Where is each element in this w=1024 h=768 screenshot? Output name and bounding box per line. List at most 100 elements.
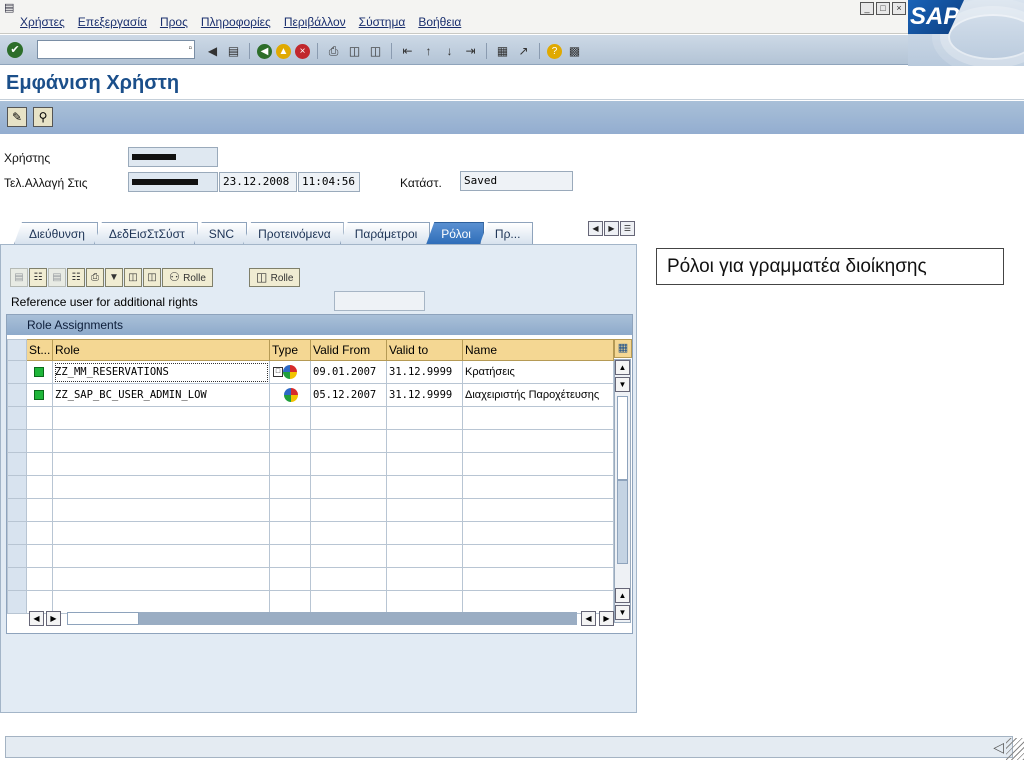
tab-parameters[interactable]: Παράμετροι [339, 222, 431, 244]
row-selector[interactable] [7, 521, 27, 545]
resize-grip-icon[interactable] [1006, 738, 1024, 760]
empty-cell[interactable] [52, 521, 270, 545]
exit-icon[interactable]: ▲ [276, 43, 291, 59]
empty-cell[interactable] [462, 544, 614, 568]
print-list-icon[interactable]: ⎙ [86, 267, 104, 287]
empty-cell[interactable] [310, 475, 387, 499]
menu-environment[interactable]: Περιβάλλον [284, 15, 346, 29]
rolle-button-1[interactable]: ⚇ Rolle [162, 267, 213, 287]
column-header-name[interactable]: Name [462, 339, 614, 361]
user-field[interactable] [128, 147, 218, 167]
horizontal-scrollbar[interactable]: ◀ ▶ ◀ ▶ [29, 611, 619, 629]
menu-users[interactable]: Χρήστες [20, 15, 65, 29]
empty-cell[interactable] [310, 406, 387, 430]
name-cell[interactable]: Διαχειριστής Παροχέτευσης [462, 383, 614, 407]
horizontal-thumb[interactable] [67, 612, 139, 625]
menu-goto[interactable]: Προς [160, 15, 188, 29]
tab-roles[interactable]: Ρόλοι [426, 222, 484, 244]
empty-cell[interactable] [52, 567, 270, 591]
empty-cell[interactable] [52, 498, 270, 522]
display-change-icon[interactable]: ✎ [7, 107, 27, 127]
empty-cell[interactable] [462, 429, 614, 453]
menu-help[interactable]: Βοήθεια [418, 15, 461, 29]
row-selector[interactable] [7, 498, 27, 522]
empty-cell[interactable] [269, 406, 311, 430]
empty-cell[interactable] [310, 452, 387, 476]
valid-from-cell[interactable]: 09.01.2007 [310, 360, 387, 384]
empty-cell[interactable] [310, 521, 387, 545]
scroll-column-right-icon[interactable]: ▶ [599, 611, 614, 626]
empty-cell[interactable] [26, 544, 53, 568]
empty-cell[interactable] [269, 475, 311, 499]
empty-cell[interactable] [310, 429, 387, 453]
empty-cell[interactable] [52, 429, 270, 453]
empty-cell[interactable] [52, 544, 270, 568]
empty-cell[interactable] [462, 521, 614, 545]
shortcut-icon[interactable]: ↗ [515, 43, 532, 59]
table-row[interactable] [7, 544, 614, 568]
empty-cell[interactable] [462, 475, 614, 499]
empty-cell[interactable] [386, 475, 463, 499]
column-header-valid-to[interactable]: Valid to [386, 339, 463, 361]
page-up-icon[interactable]: ▲ [615, 588, 630, 603]
empty-cell[interactable] [52, 452, 270, 476]
scroll-right-icon[interactable]: ▶ [46, 611, 61, 626]
help-icon[interactable]: ? [547, 43, 562, 59]
empty-cell[interactable] [462, 498, 614, 522]
minimize-icon[interactable]: _ [860, 2, 874, 15]
scroll-left-icon[interactable]: ◀ [29, 611, 44, 626]
empty-cell[interactable] [269, 452, 311, 476]
tab-list-icon[interactable]: ☰ [620, 221, 635, 236]
tab-defaults[interactable]: Προτεινόμενα [243, 222, 344, 244]
next-page-icon[interactable]: ↓ [441, 43, 458, 59]
row-selector[interactable] [7, 590, 27, 614]
scroll-column-left-icon[interactable]: ◀ [581, 611, 596, 626]
details-view-icon[interactable]: ☷ [67, 267, 85, 287]
create-session-icon[interactable]: ▦ [494, 43, 511, 59]
column-header-type[interactable]: Type [269, 339, 311, 361]
table-row[interactable] [7, 475, 614, 499]
command-input[interactable] [38, 41, 178, 58]
valid-to-cell[interactable]: 31.12.9999 [386, 383, 463, 407]
restore-icon[interactable]: □ [876, 2, 890, 15]
reference-user-field[interactable] [334, 291, 425, 311]
column-header-role[interactable]: Role [52, 339, 270, 361]
close-icon[interactable]: × [892, 2, 906, 15]
tab-scroll-left-icon[interactable]: ◀ [588, 221, 603, 236]
print-icon[interactable]: ⎙ [325, 43, 342, 59]
first-page-icon[interactable]: ⇤ [399, 43, 416, 59]
empty-cell[interactable] [26, 452, 53, 476]
empty-cell[interactable] [310, 498, 387, 522]
empty-cell[interactable] [26, 429, 53, 453]
column-settings-icon[interactable]: ▦ [614, 339, 632, 358]
enter-icon[interactable]: ✔ [7, 42, 23, 58]
page-down-icon[interactable]: ▼ [615, 377, 630, 392]
empty-cell[interactable] [310, 544, 387, 568]
column-header-valid-from[interactable]: Valid From [310, 339, 387, 361]
back-icon[interactable]: ◀ [257, 43, 272, 59]
table-row[interactable] [7, 567, 614, 591]
app-menu-icon[interactable]: ▤ [4, 1, 14, 14]
rolle-button-2[interactable]: ◫ Rolle [249, 267, 301, 287]
detail-icon[interactable]: ☷ [29, 267, 47, 287]
row-selector[interactable] [7, 429, 27, 453]
row-selector[interactable] [7, 383, 27, 407]
role-cell[interactable]: ZZ_MM_RESERVATIONS [52, 360, 270, 384]
scroll-up-icon[interactable]: ▲ [615, 360, 630, 375]
table-row[interactable] [7, 452, 614, 476]
row-selector[interactable] [7, 475, 27, 499]
empty-cell[interactable] [386, 498, 463, 522]
empty-cell[interactable] [462, 567, 614, 591]
find-next-icon[interactable]: ◫ [367, 43, 384, 59]
save-icon[interactable]: ▤ [225, 43, 242, 59]
row-selector[interactable] [7, 406, 27, 430]
insert-row-icon[interactable]: ▤ [10, 267, 28, 287]
empty-cell[interactable] [386, 567, 463, 591]
empty-cell[interactable] [26, 498, 53, 522]
previous-page-icon[interactable]: ↑ [420, 43, 437, 59]
empty-cell[interactable] [386, 406, 463, 430]
row-selector[interactable] [7, 567, 27, 591]
tab-address[interactable]: Διεύθυνση [14, 222, 98, 244]
empty-cell[interactable] [269, 567, 311, 591]
scroll-thumb[interactable] [617, 480, 628, 564]
